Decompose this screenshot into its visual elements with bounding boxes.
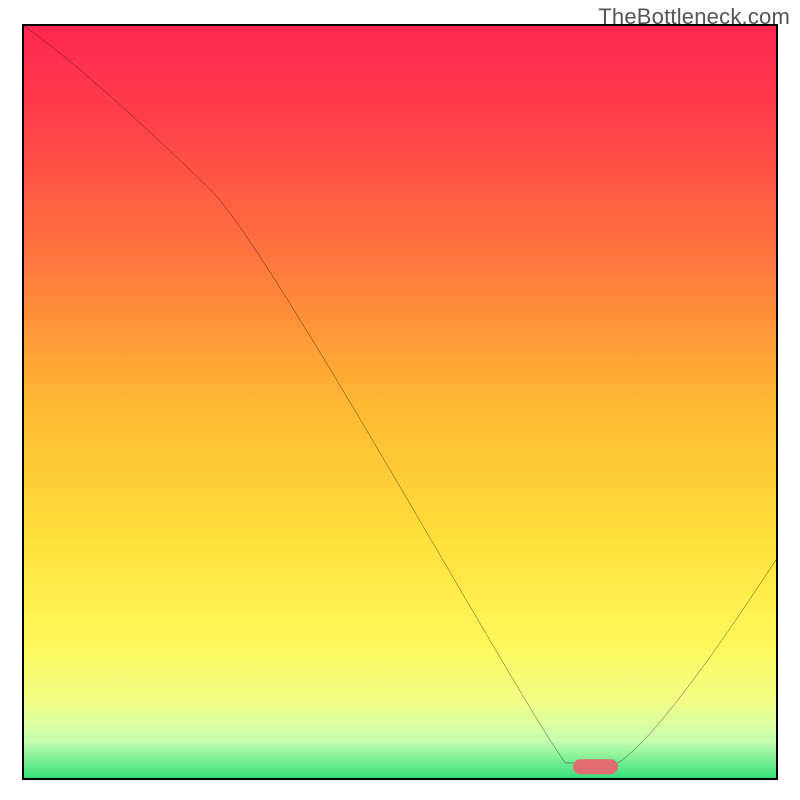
- chart-svg: [24, 26, 776, 778]
- chart-plot-area: [22, 24, 778, 780]
- watermark-text: TheBottleneck.com: [598, 4, 790, 30]
- chart-background-gradient: [24, 26, 776, 778]
- optimal-marker: [573, 759, 618, 774]
